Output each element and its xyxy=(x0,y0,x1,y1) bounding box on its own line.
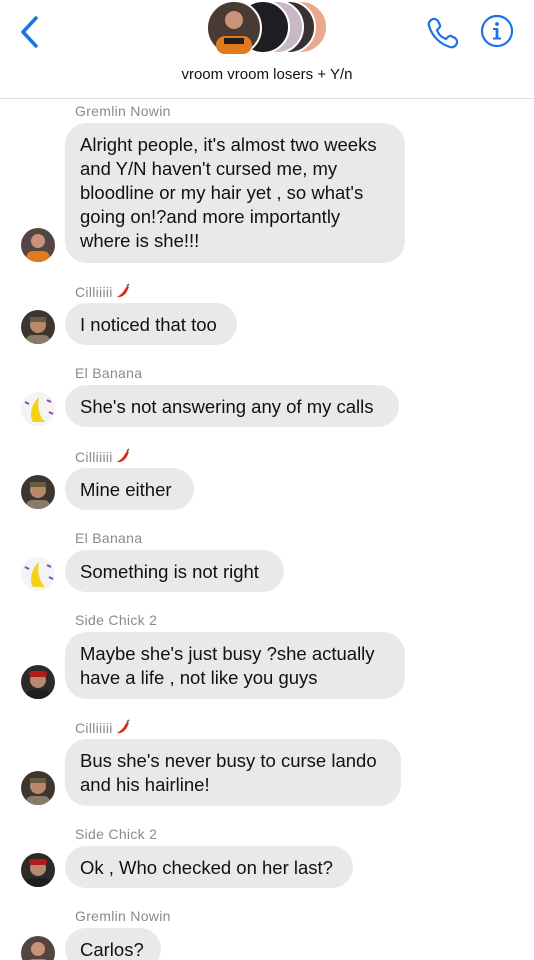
message-line: bloodline or my hair yet , so what's xyxy=(80,182,364,203)
message-line: going on!?and more importantly xyxy=(80,206,341,227)
sender-name-row: Cilliiiii xyxy=(75,448,132,466)
avatar[interactable] xyxy=(21,936,55,960)
chat-header: vroom vroom losers + Y/n xyxy=(0,0,534,99)
group-title[interactable]: vroom vroom losers + Y/n xyxy=(0,66,534,83)
message-bubble[interactable]: Maybe she's just busy ?she actually have… xyxy=(65,632,405,699)
group-avatar-stack[interactable] xyxy=(206,0,330,56)
back-button[interactable] xyxy=(14,12,50,52)
avatar[interactable] xyxy=(21,771,55,805)
message-line: Carlos? xyxy=(80,939,144,960)
sender-name: Gremlin Nowin xyxy=(75,103,171,119)
sender-name-row: Cilliiiii xyxy=(75,719,132,737)
message-bubble[interactable]: Alright people, it's almost two weeks an… xyxy=(65,123,405,263)
message-line: Bus she's never busy to curse lando xyxy=(80,750,377,771)
message-line: Mine either xyxy=(80,479,172,500)
message-bubble[interactable]: I noticed that too xyxy=(65,303,237,345)
avatar[interactable] xyxy=(21,557,55,591)
avatar[interactable] xyxy=(21,665,55,699)
message-bubble[interactable]: Mine either xyxy=(65,468,194,510)
message-line: Something is not right xyxy=(80,561,259,582)
sender-name: Cilliiiii xyxy=(75,449,113,465)
avatar[interactable] xyxy=(21,310,55,344)
message-line: I noticed that too xyxy=(80,314,217,335)
avatar[interactable] xyxy=(21,853,55,887)
chili-pepper-icon xyxy=(116,448,130,463)
sender-name: El Banana xyxy=(75,530,143,546)
sender-name: Gremlin Nowin xyxy=(75,908,171,924)
message-bubble[interactable]: Carlos? xyxy=(65,928,161,960)
chili-pepper-icon xyxy=(116,283,130,298)
info-icon xyxy=(480,14,514,48)
message-line: and Y/N haven't cursed me, my xyxy=(80,158,338,179)
messenger-chat-screen: vroom vroom losers + Y/n Gremlin Nowin A… xyxy=(0,0,534,960)
avatar[interactable] xyxy=(21,392,55,426)
message-bubble[interactable]: Bus she's never busy to curse lando and … xyxy=(65,739,401,806)
message-line: She's not answering any of my calls xyxy=(80,396,374,417)
message-line: Maybe she's just busy ?she actually xyxy=(80,643,375,664)
message-line: and his hairline! xyxy=(80,774,210,795)
message-line: Ok , Who checked on her last? xyxy=(80,857,333,878)
message-line: where is she!!! xyxy=(80,230,200,251)
sender-name: Cilliiiii xyxy=(75,720,113,736)
sender-name: El Banana xyxy=(75,365,143,381)
message-bubble[interactable]: She's not answering any of my calls xyxy=(65,385,399,427)
message-bubble[interactable]: Ok , Who checked on her last? xyxy=(65,846,353,888)
sender-name: Side Chick 2 xyxy=(75,612,158,628)
message-line: Alright people, it's almost two weeks xyxy=(80,134,377,155)
avatar[interactable] xyxy=(21,228,55,262)
phone-icon xyxy=(427,17,459,49)
message-line: have a life , not like you guys xyxy=(80,667,318,688)
call-button[interactable] xyxy=(424,14,462,52)
avatar[interactable] xyxy=(21,475,55,509)
sender-name: Side Chick 2 xyxy=(75,826,158,842)
chili-pepper-icon xyxy=(116,719,130,734)
sender-name: Cilliiiii xyxy=(75,284,113,300)
info-button[interactable] xyxy=(480,14,514,48)
chevron-left-icon xyxy=(21,16,38,48)
group-member-avatar xyxy=(206,0,262,56)
message-bubble[interactable]: Something is not right xyxy=(65,550,284,592)
sender-name-row: Cilliiiii xyxy=(75,283,132,301)
